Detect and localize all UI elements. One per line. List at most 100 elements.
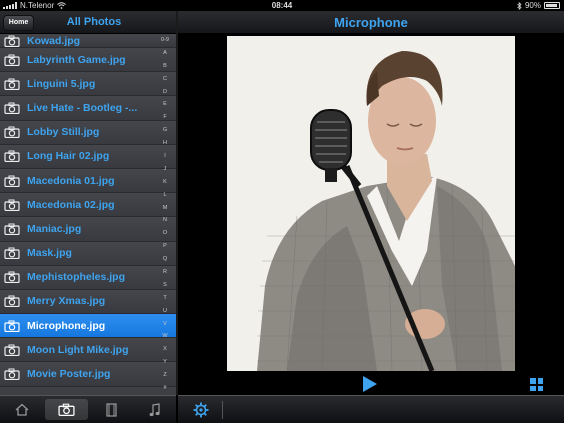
list-item[interactable]: Lobby Still.jpg (0, 120, 176, 145)
camera-icon (4, 247, 20, 260)
index-letter[interactable]: X (163, 346, 167, 353)
index-letter[interactable]: T (163, 295, 166, 302)
list-item[interactable]: Moon Light Mike.jpg (0, 338, 176, 363)
list-item[interactable]: Mephistopheles.jpg (0, 265, 176, 290)
index-letter[interactable]: F (163, 114, 166, 121)
index-letter[interactable]: H (163, 140, 167, 147)
list-item[interactable]: Movie Poster.jpg (0, 362, 176, 387)
index-letter[interactable]: Y (163, 359, 167, 366)
grid-icon[interactable] (530, 378, 543, 391)
toolbar-divider (222, 401, 223, 419)
index-letter[interactable]: # (163, 385, 166, 392)
camera-icon (58, 403, 75, 416)
index-letter[interactable]: S (163, 282, 167, 289)
index-letter[interactable]: P (163, 243, 167, 250)
file-list[interactable]: Kowad.jpg Labyrinth Game.jpg Linguini 5.… (0, 34, 176, 395)
file-name: Microphone.jpg (27, 319, 106, 332)
list-item[interactable]: Kowad.jpg (0, 34, 176, 48)
tab-videos[interactable] (90, 396, 133, 423)
left-title: All Photos (66, 16, 122, 28)
list-item[interactable]: Labyrinth Game.jpg (0, 48, 176, 73)
index-letter[interactable]: M (163, 205, 168, 212)
index-letter[interactable]: I (164, 153, 166, 160)
index-letter[interactable]: W (162, 333, 167, 340)
index-letter[interactable]: J (164, 166, 167, 173)
file-name: Maniac.jpg (27, 222, 82, 235)
list-item[interactable]: Maniac.jpg (0, 217, 176, 242)
list-item[interactable]: Macedonia 01.jpg (0, 168, 176, 194)
file-name: Movie Poster.jpg (27, 368, 111, 381)
status-time: 08:44 (271, 1, 293, 10)
file-name: Kowad.jpg (27, 34, 81, 47)
camera-icon (4, 199, 20, 211)
index-letter[interactable]: E (163, 101, 167, 108)
camera-icon (4, 368, 20, 381)
photo-image[interactable] (227, 36, 515, 371)
index-letter[interactable]: D (163, 89, 167, 96)
camera-icon (4, 54, 20, 66)
index-letter[interactable]: Q (163, 256, 167, 263)
index-letter[interactable]: L (163, 192, 166, 199)
tab-photos[interactable] (45, 399, 88, 420)
camera-icon (4, 126, 20, 139)
list-item[interactable]: Macedonia 02.jpg (0, 193, 176, 218)
play-icon[interactable] (362, 375, 378, 393)
file-name: Mask.jpg (27, 247, 72, 260)
index-letter[interactable]: Z (163, 372, 166, 379)
list-item-selected[interactable]: Microphone.jpg (0, 314, 176, 339)
index-letter[interactable]: G (163, 127, 167, 134)
index-letter[interactable]: K (163, 179, 167, 186)
camera-icon (4, 102, 20, 114)
file-name: Lobby Still.jpg (27, 126, 100, 139)
gear-icon (193, 402, 209, 418)
camera-icon (4, 344, 20, 356)
home-button[interactable]: Home (3, 15, 34, 31)
camera-icon (4, 271, 20, 284)
file-name: Moon Light Mike.jpg (27, 343, 129, 356)
camera-icon (4, 320, 20, 332)
photo-illustration (227, 36, 515, 371)
index-letter[interactable]: U (163, 308, 167, 315)
camera-icon (4, 223, 20, 235)
alphabet-index[interactable]: 0-9 A B C D E F G H I J K L M N O P Q R … (154, 34, 176, 395)
file-name: Live Hate - Bootleg -... (27, 101, 138, 114)
index-letter[interactable]: C (163, 76, 167, 83)
tab-home[interactable] (0, 396, 43, 423)
index-letter[interactable]: R (163, 269, 167, 276)
viewer-toolbar (178, 395, 564, 423)
list-item[interactable]: Long Hair 02.jpg (0, 144, 176, 169)
index-letter[interactable]: N (163, 217, 167, 224)
file-name: Labyrinth Game.jpg (27, 53, 126, 66)
photo-viewer (178, 34, 564, 395)
film-icon (106, 402, 117, 417)
file-name: Linguini 5.jpg (27, 77, 96, 90)
file-name: Macedonia 02.jpg (27, 198, 115, 211)
battery-icon (544, 2, 560, 9)
bluetooth-icon (517, 1, 522, 10)
camera-icon (4, 175, 20, 187)
status-right: 90% (517, 0, 560, 11)
list-item[interactable]: Mask.jpg (0, 241, 176, 266)
right-header: Microphone (178, 11, 564, 34)
camera-icon (4, 150, 20, 163)
home-icon (15, 403, 28, 416)
left-header: Home All Photos (0, 11, 176, 34)
file-name: Mephistopheles.jpg (27, 271, 126, 284)
index-letter[interactable]: A (163, 50, 167, 57)
index-letter[interactable]: B (163, 63, 167, 70)
index-letter[interactable]: O (163, 230, 167, 237)
tab-music[interactable] (133, 396, 176, 423)
photo-title: Microphone (334, 15, 408, 30)
battery-percent: 90% (524, 1, 541, 10)
camera-icon (4, 35, 20, 47)
index-letter[interactable]: 0-9 (161, 37, 169, 44)
list-item[interactable]: Linguini 5.jpg (0, 72, 176, 97)
photo-list-panel: Home All Photos Kowad.jpg Labyrinth Game… (0, 11, 176, 395)
music-icon (149, 402, 160, 416)
settings-button[interactable] (184, 399, 218, 421)
file-name: Long Hair 02.jpg (27, 150, 110, 163)
file-name: Macedonia 01.jpg (27, 174, 115, 187)
list-item[interactable]: Live Hate - Bootleg -... (0, 96, 176, 121)
list-item[interactable]: Merry Xmas.jpg (0, 289, 176, 315)
index-letter[interactable]: V (163, 321, 167, 328)
